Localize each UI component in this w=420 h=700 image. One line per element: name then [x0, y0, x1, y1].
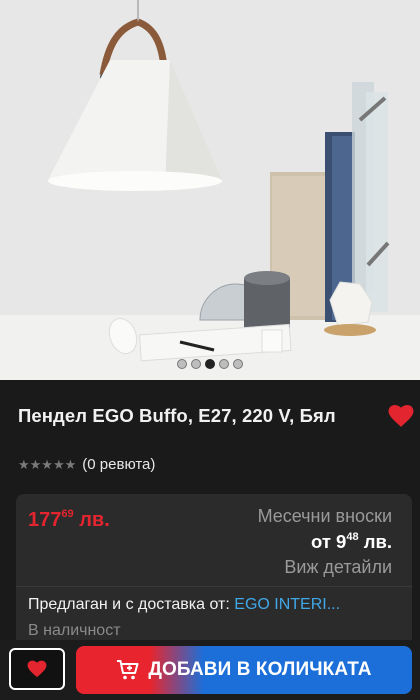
- installments-label: Месечни вноски: [257, 506, 392, 526]
- gallery-dot[interactable]: [177, 359, 187, 369]
- gallery-dot[interactable]: [191, 359, 201, 369]
- divider: [16, 586, 412, 587]
- stock-status: В наличност: [28, 622, 121, 639]
- installments-details-link[interactable]: Виж детайли: [258, 557, 392, 578]
- installments-cents: 48: [346, 531, 359, 543]
- installments-main: 9: [336, 531, 347, 552]
- product-image[interactable]: [0, 0, 420, 380]
- gallery-dot[interactable]: [233, 359, 243, 369]
- reviews-count[interactable]: (0 ревюта): [82, 456, 155, 473]
- seller-link[interactable]: EGO INTERI...: [234, 596, 340, 613]
- installments-amount: от 948 лв.: [258, 531, 392, 553]
- price-currency: лв.: [79, 509, 110, 531]
- price: 17769 лв.: [28, 508, 110, 532]
- price-main: 177: [28, 509, 62, 531]
- add-to-cart-button[interactable]: ДОБАВИ В КОЛИЧКАТА: [76, 646, 412, 694]
- installments: Месечни вноски от 948 лв. Виж детайли: [258, 506, 392, 578]
- add-to-cart-label: ДОБАВИ В КОЛИЧКАТА: [148, 659, 372, 680]
- rating-stars: ★★★★★: [18, 456, 77, 472]
- installments-currency: лв.: [363, 531, 392, 552]
- product-image-illustration: [0, 0, 420, 380]
- installments-prefix: от: [311, 531, 331, 552]
- seller-info: Предлаган и с доставка от: EGO INTERI...: [28, 596, 340, 614]
- gallery-pagination[interactable]: [0, 359, 420, 369]
- heart-icon[interactable]: [388, 404, 414, 428]
- heart-icon: [27, 660, 47, 678]
- gallery-dot-active[interactable]: [205, 359, 215, 369]
- seller-label: Предлаган и с доставка от:: [28, 596, 230, 613]
- product-title: Пендел EGO Buffo, E27, 220 V, Бял: [18, 405, 336, 426]
- gallery-dot[interactable]: [219, 359, 229, 369]
- action-bar: ДОБАВИ В КОЛИЧКАТА: [0, 640, 420, 700]
- price-cents: 69: [61, 508, 74, 520]
- favorite-button[interactable]: [9, 648, 65, 690]
- cart-plus-icon: [117, 660, 139, 680]
- rating[interactable]: ★★★★★ (0 ревюта): [18, 456, 155, 473]
- product-title-row: Пендел EGO Buffo, E27, 220 V, Бял: [18, 404, 414, 428]
